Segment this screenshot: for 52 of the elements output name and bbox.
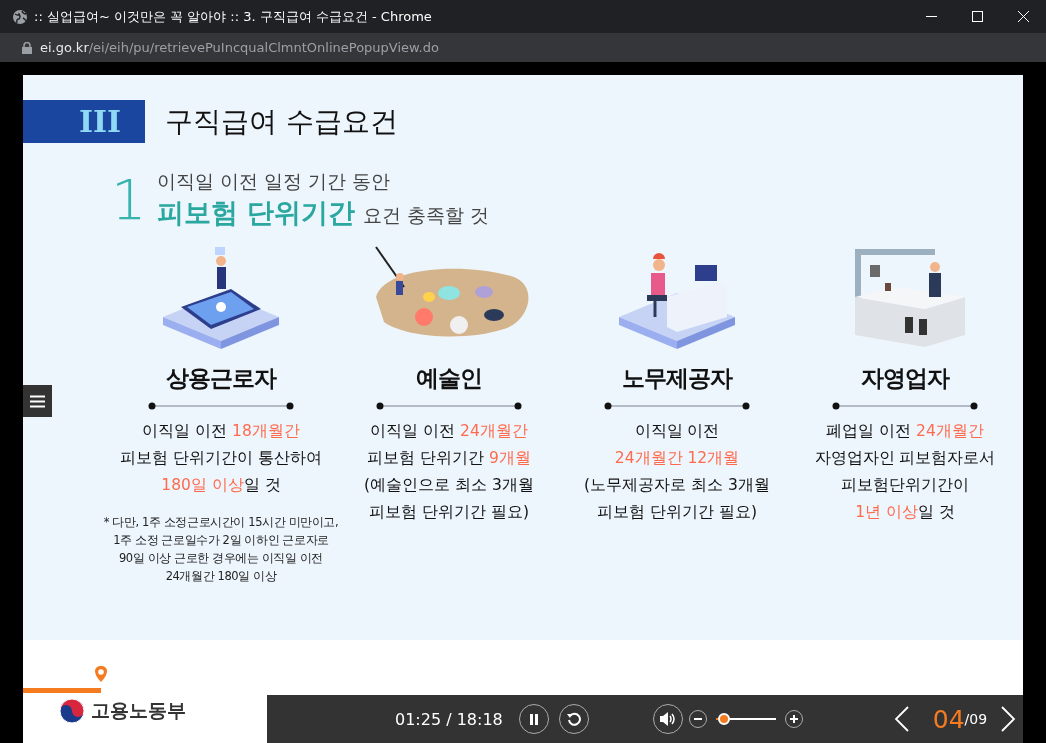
window-title: :: 실업급여~ 이것만은 꼭 알아야 :: 3. 구직급여 수급요건 - Chrome xyxy=(34,7,433,26)
logo-text: 고용노동부 xyxy=(91,698,186,723)
requirement-text: 피보험 단위기간 9개월 xyxy=(367,448,531,469)
minus-icon xyxy=(693,718,702,720)
close-icon xyxy=(1017,11,1029,22)
requirement-text: 24개월간 12개월 xyxy=(614,448,740,469)
footnote-text: * 다만, 1주 소정근로시간이 15시간 미만이고, xyxy=(103,514,339,531)
requirement-text: 이직일 이전 xyxy=(634,421,720,442)
menu-button[interactable] xyxy=(23,385,52,417)
chevron-left-icon xyxy=(892,705,911,733)
playback-time: 01:25 / 18:18 xyxy=(395,709,503,729)
requirement-text: 자영업자인 피보험자로서 xyxy=(814,448,996,469)
footnote-text: 24개월간 180일 이상 xyxy=(165,568,277,585)
section-number: III xyxy=(23,100,145,143)
taegeuk-logo-icon xyxy=(59,698,85,724)
point-text: 이직일 이전 일정 기간 동안 xyxy=(156,169,391,194)
requirement-text: 피보험 단위기간 필요) xyxy=(369,502,529,523)
url-path: /ei/eih/pu/retrievePuIncqualClmntOnlinePopupView.do xyxy=(88,40,439,55)
pause-icon xyxy=(528,713,539,725)
total-pages: /09 xyxy=(964,711,988,727)
maximize-icon xyxy=(971,11,983,22)
requirement-text: 1년 이상일 것 xyxy=(855,502,955,523)
current-page: 04 xyxy=(932,704,965,734)
slide-title: 구직급여 수급요건 xyxy=(165,103,398,140)
requirement-text: 이직일 이전 18개월간 xyxy=(142,421,300,442)
group-heading: 상용근로자 xyxy=(166,364,276,393)
footnote-text: 1주 소정 근로일수가 2일 이하인 근로자로 xyxy=(113,532,329,549)
globe-icon xyxy=(12,8,28,25)
group-heading: 예술인 xyxy=(416,364,482,393)
requirement-text: 피보험 단위기간 필요) xyxy=(597,502,757,523)
requirement-text: (예술인으로 최소 3개월 xyxy=(364,475,534,496)
requirement-text: 180일 이상일 것 xyxy=(161,475,281,496)
point-number: 1 xyxy=(111,172,147,228)
lock-icon xyxy=(22,41,32,54)
group-heading: 노무제공자 xyxy=(622,364,732,393)
url-host: ei.go.kr xyxy=(40,40,89,55)
requirement-text: 이직일 이전 24개월간 xyxy=(370,421,528,442)
point-text: 요건 충족할 것 xyxy=(363,203,490,228)
requirement-text: 피보험 단위기간이 통산하여 xyxy=(120,448,322,469)
requirement-text: 피보험단위기간이 xyxy=(841,475,969,496)
requirement-text: 폐업일 이전 24개월간 xyxy=(826,421,984,442)
menu-icon xyxy=(30,394,45,408)
point-emphasis: 피보험 단위기간 xyxy=(156,196,356,230)
requirement-text: (노무제공자로 최소 3개월 xyxy=(584,475,770,496)
chevron-right-icon xyxy=(999,705,1018,733)
group-heading: 자영업자 xyxy=(861,364,949,393)
volume-icon xyxy=(659,712,676,726)
replay-icon xyxy=(566,712,581,726)
previous-page-button[interactable] xyxy=(892,705,911,733)
plus-icon xyxy=(789,715,798,723)
footnote-text: 90일 이상 근로한 경우에는 이직일 이전 xyxy=(118,550,324,567)
next-page-button[interactable] xyxy=(999,705,1018,733)
